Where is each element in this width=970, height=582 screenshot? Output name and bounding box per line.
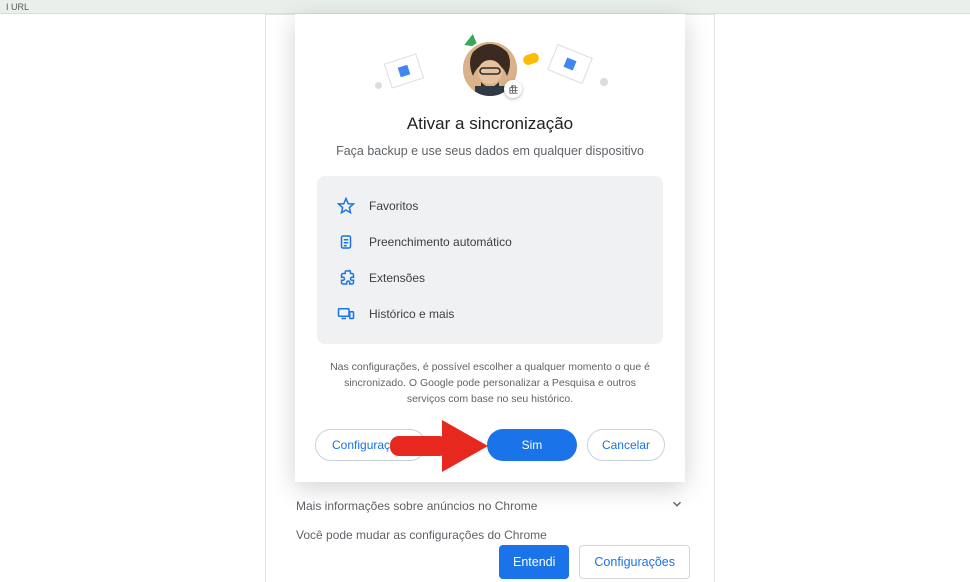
understood-button[interactable]: Entendi xyxy=(499,545,569,579)
devices-icon xyxy=(337,305,355,323)
feature-label: Favoritos xyxy=(369,199,418,213)
star-icon xyxy=(337,197,355,215)
cancel-button[interactable]: Cancelar xyxy=(587,429,665,461)
confetti-icon xyxy=(600,78,608,86)
dialog-title: Ativar a sincronização xyxy=(295,114,685,134)
confetti-icon xyxy=(522,52,540,66)
feature-autofill: Preenchimento automático xyxy=(333,224,647,260)
dialog-subtitle: Faça backup e use seus dados em qualquer… xyxy=(295,144,685,158)
dialog-hero xyxy=(295,14,685,106)
top-strip-text: I URL xyxy=(6,2,29,12)
device-card-icon xyxy=(384,53,424,88)
device-card-icon xyxy=(547,44,593,84)
clipboard-icon xyxy=(337,233,355,251)
page-top-strip: I URL xyxy=(0,0,970,14)
puzzle-icon xyxy=(337,269,355,287)
feature-label: Extensões xyxy=(369,271,425,285)
sync-feature-list: Favoritos Preenchimento automático Exten… xyxy=(317,176,663,344)
sync-dialog: Ativar a sincronização Faça backup e use… xyxy=(295,14,685,482)
feature-extensions: Extensões xyxy=(333,260,647,296)
confetti-icon xyxy=(375,82,382,89)
feature-label: Histórico e mais xyxy=(369,307,454,321)
dialog-fineprint: Nas configurações, é possível escolher a… xyxy=(325,360,655,407)
feature-bookmarks: Favoritos xyxy=(333,188,647,224)
ads-info-label: Mais informações sobre anúncios no Chrom… xyxy=(296,499,537,513)
change-settings-note: Você pode mudar as configurações do Chro… xyxy=(296,528,684,542)
business-icon xyxy=(504,80,522,98)
ads-info-expander[interactable]: Mais informações sobre anúncios no Chrom… xyxy=(296,493,684,526)
chevron-down-icon xyxy=(670,497,684,514)
feature-label: Preenchimento automático xyxy=(369,235,512,249)
yes-button[interactable]: Sim xyxy=(487,429,577,461)
dialog-settings-button[interactable]: Configurações xyxy=(315,429,426,461)
footer-settings-button[interactable]: Configurações xyxy=(579,545,690,579)
feature-history: Histórico e mais xyxy=(333,296,647,332)
